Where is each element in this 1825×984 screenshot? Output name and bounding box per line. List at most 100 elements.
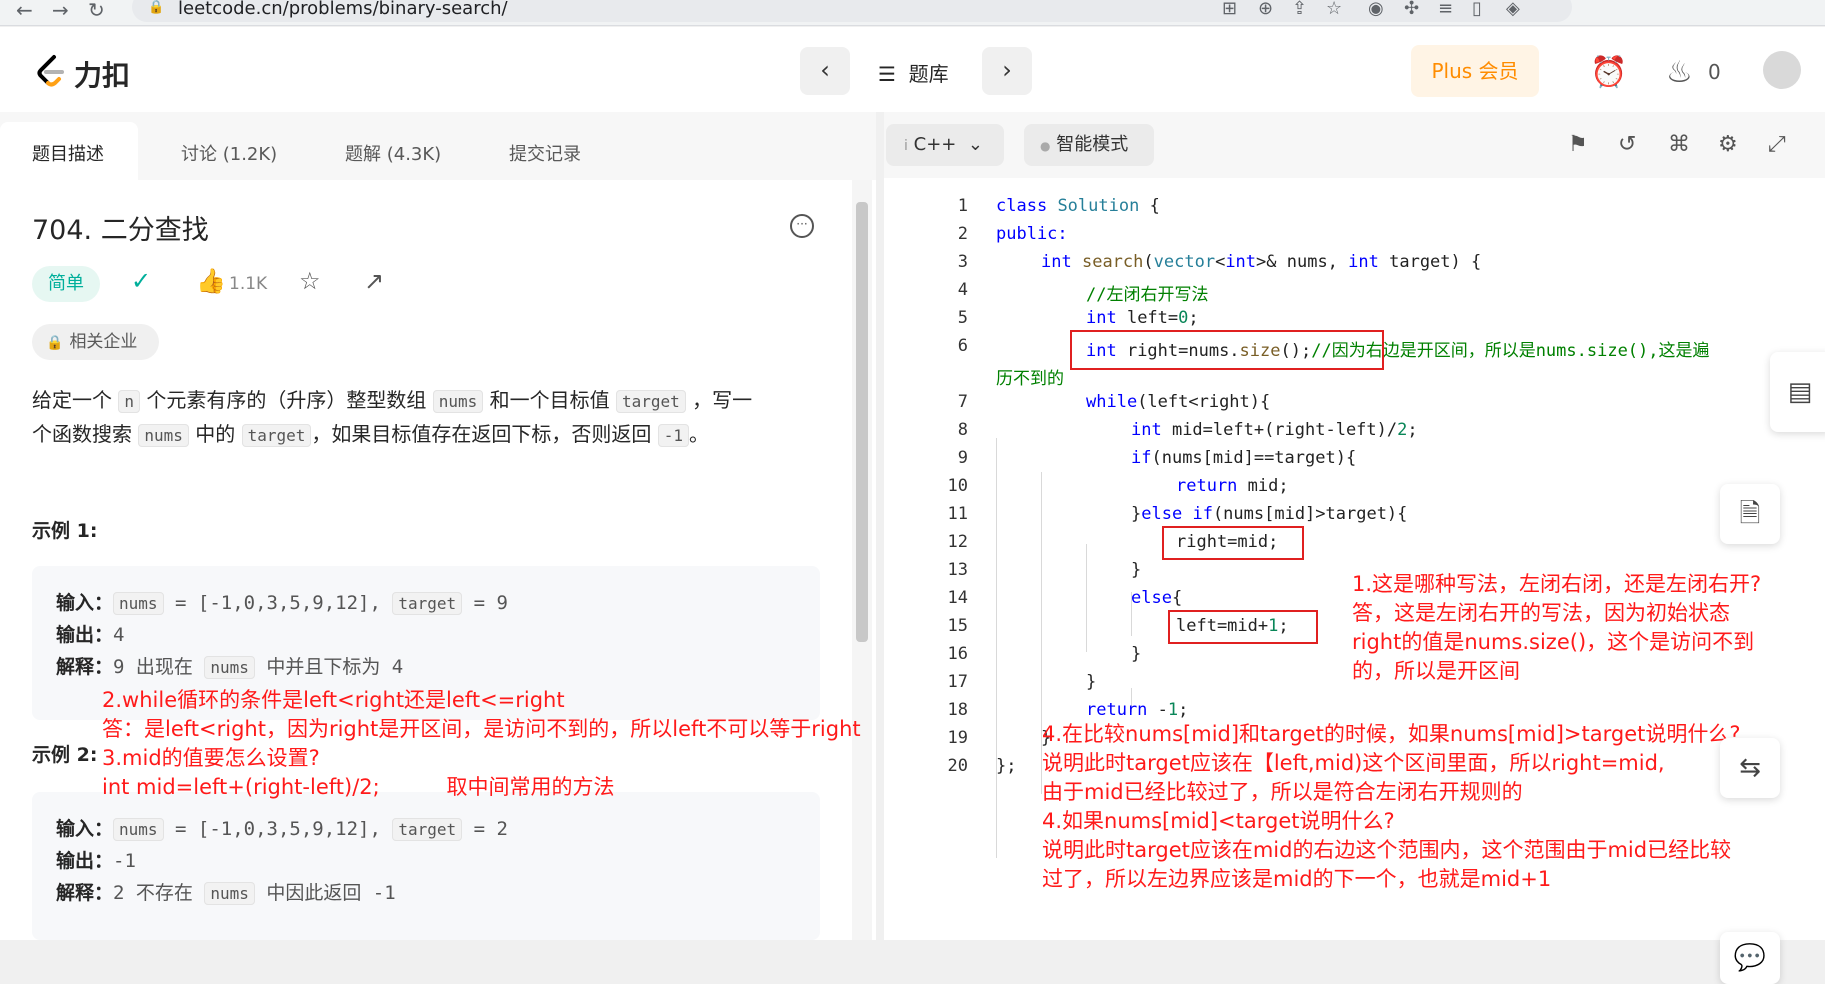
tab-submissions[interactable]: 提交记录 [509,140,581,166]
code-line[interactable]: public: [996,224,1068,244]
scrollbar-thumb[interactable] [856,202,868,642]
avatar[interactable] [1763,51,1801,89]
prev-problem-button[interactable]: ‹ [800,47,850,95]
problem-title: 704. 二分查找 [32,215,209,246]
keyword: if [1192,504,1213,524]
more-options-icon[interactable]: ··· [790,214,814,238]
line-number: 5 [957,308,968,328]
company-tag-button[interactable]: 🔒 相关企业 [32,324,159,360]
code-line[interactable]: class Solution { [996,196,1160,216]
media-icon[interactable]: ≡ [1438,0,1453,19]
inline-code: nums [113,592,164,615]
mode-label: 智能模式 [1056,134,1129,155]
favorite-star-icon[interactable]: ☆ [299,267,321,295]
code-line[interactable]: int left=0; [1086,308,1199,328]
code-line[interactable]: }; [996,756,1016,776]
swap-icon: ⇆ [1739,753,1761,783]
example-output: 输出：-1 [56,846,136,873]
zoom-icon[interactable]: ⊕ [1258,0,1273,19]
punct: } [1131,560,1142,580]
leetcode-logo-icon[interactable] [34,54,68,88]
example-input: 输入： nums = [-1,0,3,5,9,12], target = 2 [56,814,508,841]
desc-text: 和一个目标值 [489,388,610,412]
tab-discussion[interactable]: 讨论 (1.2K) [181,140,277,166]
annotation-line: 2.while循环的条件是left<right还是left<=right [102,688,565,712]
line-number: 8 [957,420,968,440]
fire-icon[interactable]: ♨ [1666,55,1693,90]
annotation-line: int mid=left+(right-left)/2; 取中间常用的方法 [102,773,861,802]
annotation-line: 由于mid已经比较过了，所以是符合左闭右开规则的 [1042,780,1523,804]
code-line[interactable]: int search(vector<int>& nums, int target… [1041,252,1481,272]
share-icon[interactable]: ⇪ [1292,0,1307,19]
type-name: Solution [1057,196,1140,216]
code-text: target) { [1378,252,1482,272]
input-value: = [-1,0,3,5,9,12], [175,592,381,614]
bookmark-icon[interactable]: ⚑ [1568,132,1588,157]
code-line[interactable]: else{ [1131,588,1182,608]
code-line[interactable]: while(left<right){ [1086,392,1270,412]
problem-tabs: 题目描述 讨论 (1.2K) 题解 (4.3K) 提交记录 [0,112,876,180]
punct: } [1086,672,1097,692]
smart-mode-toggle[interactable]: ● 智能模式 [1024,124,1154,166]
code-line[interactable]: } [1086,672,1096,692]
line-number: 4 [957,280,968,300]
function-name: search [1081,252,1144,272]
chevron-down-icon: ⌄ [967,134,983,155]
settings-gear-icon[interactable]: ⚙ [1718,132,1738,157]
likes-count: 1.1K [229,274,268,294]
bookmark-star-icon[interactable]: ☆ [1326,0,1342,19]
code-line[interactable]: }else if(nums[mid]>target){ [1131,504,1407,524]
code-line[interactable]: int mid=left+(right-left)/2; [1131,420,1418,440]
problem-panel: 题目描述 讨论 (1.2K) 题解 (4.3K) 提交记录 704. 二分查找 … [0,112,876,940]
back-arrow-icon[interactable]: ← [16,0,33,20]
line-number: 15 [947,616,968,636]
indent-guide [996,438,997,858]
forward-arrow-icon[interactable]: → [52,0,69,20]
plus-member-button[interactable]: Plus 会员 [1411,45,1539,97]
code-line[interactable]: } [1131,560,1141,580]
number: 2 [1397,420,1408,440]
notes-button[interactable]: 🗎 [1720,484,1780,544]
next-problem-button[interactable]: › [982,47,1032,95]
logo-text[interactable]: 力扣 [74,54,130,94]
puzzle-icon[interactable]: ✣ [1404,0,1419,19]
code-line-wrap[interactable]: 历不到的 [996,364,1064,389]
lock-icon[interactable]: 🔒 [148,0,164,15]
language-select[interactable]: ⅰ C++ ⌄ [886,124,1004,166]
number: 1 [1167,700,1179,720]
lock-icon: 🔒 [46,335,64,351]
code-line[interactable]: return mid; [1176,476,1289,496]
translate-icon[interactable]: ⊞ [1222,0,1237,19]
tab-solutions[interactable]: 题解 (4.3K) [345,140,441,166]
command-icon[interactable]: ⌘ [1668,132,1690,157]
url-text[interactable]: leetcode.cn/problems/binary-search/ [178,0,508,19]
keyword: int [1086,308,1117,328]
side-panel-tab[interactable]: ▤ [1770,352,1825,432]
thumbs-up-icon[interactable]: 👍 [196,267,226,295]
reset-icon[interactable]: ↺ [1618,132,1636,157]
annotation-line: 4.如果nums[mid]<target说明什么? [1042,809,1395,833]
code-text: (nums[mid]>target){ [1212,504,1408,524]
line-number: 1 [957,196,968,216]
tab-description[interactable]: 题目描述 [32,140,104,166]
extension-icon[interactable]: ◉ [1368,0,1384,19]
input-value: = [-1,0,3,5,9,12], [175,818,381,840]
swap-button[interactable]: ⇆ [1720,738,1780,798]
code-line[interactable]: if(nums[mid]==target){ [1131,448,1356,468]
explain-text: 9 出现在 [113,656,193,678]
desc-text: 。 [689,422,710,446]
inline-code: -1 [657,424,690,447]
code-line[interactable]: //左闭右开写法 [1086,280,1208,305]
share-icon[interactable]: ↗ [364,267,384,295]
fullscreen-icon[interactable]: ⤢ [1768,132,1786,157]
alarm-clock-icon[interactable]: ⏰ [1590,55,1627,90]
profile-icon[interactable]: ◈ [1506,0,1520,19]
annotation-line: 的，所以是开区间 [1352,659,1520,683]
problem-list-button[interactable]: ☰ 题库 [878,58,949,87]
code-line[interactable]: } [1131,644,1141,664]
sidepanel-icon[interactable]: ▯ [1472,0,1482,19]
problem-description: 给定一个 n 个元素有序的（升序）整型数组 nums 和一个目标值 target… [32,384,832,452]
reload-icon[interactable]: ↻ [88,0,105,20]
line-number: 19 [947,728,968,748]
code-line[interactable]: return -1; [1086,700,1188,720]
